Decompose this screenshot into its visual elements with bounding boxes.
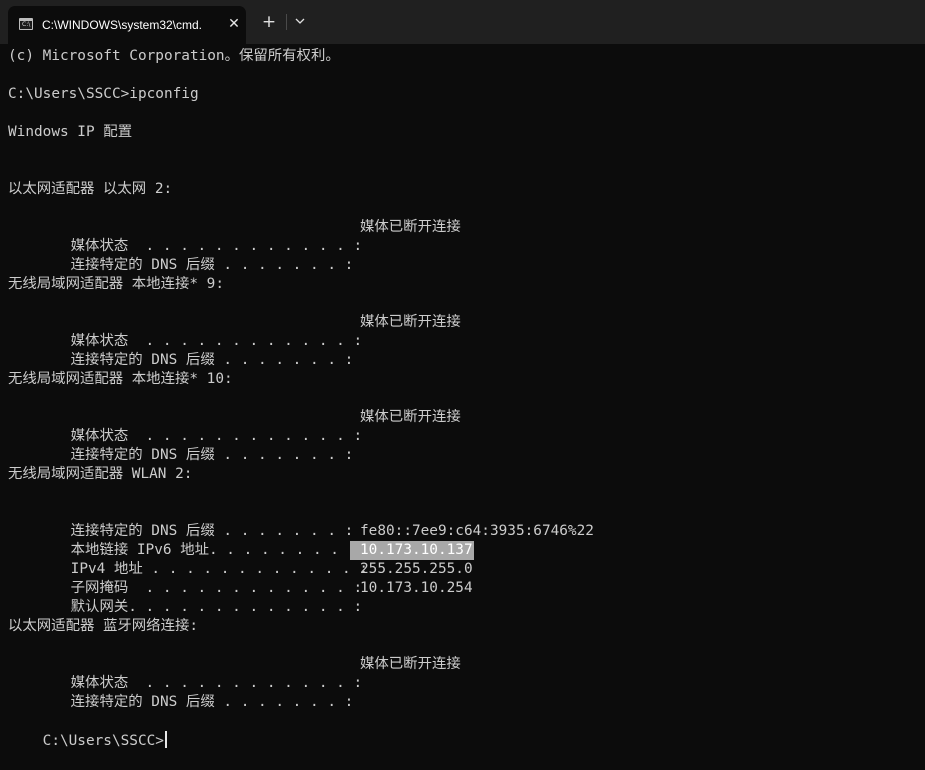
cmd-icon: C:\	[19, 18, 33, 30]
row-label: 连接特定的 DNS 后缀 . . . . . . . :	[70, 352, 354, 368]
adapter-row: 连接特定的 DNS 后缀 . . . . . . . :	[36, 427, 354, 463]
adapter-row: 媒体状态 . . . . . . . . . . . . : 媒体已断开连接	[36, 408, 461, 444]
adapter-row: 连接特定的 DNS 后缀 . . . . . . . :	[36, 332, 354, 368]
adapter-row: 连接特定的 DNS 后缀 . . . . . . . :	[36, 503, 354, 539]
final-prompt: C:\Users\SSCC>	[42, 733, 164, 749]
row-value: 媒体已断开连接	[360, 314, 461, 330]
gateway-value: 10.173.10.254	[360, 580, 473, 596]
adapter-title: 以太网适配器 以太网 2:	[8, 181, 173, 197]
adapter-title: 无线局域网适配器 WLAN 2:	[8, 466, 193, 482]
row-label: 连接特定的 DNS 后缀 . . . . . . . :	[70, 257, 354, 273]
adapter-row: IPv4 地址 . . . . . . . . . . . . :10.173.…	[36, 541, 474, 577]
row-label: 连接特定的 DNS 后缀 . . . . . . . :	[70, 447, 354, 463]
subnet-value: 255.255.255.0	[360, 561, 473, 577]
tab-separator	[286, 14, 287, 30]
final-prompt-line[interactable]: C:\Users\SSCC>	[8, 712, 167, 749]
prompt-command-line: C:\Users\SSCC>ipconfig	[8, 86, 199, 102]
adapter-title: 以太网适配器 蓝牙网络连接:	[8, 618, 199, 634]
close-tab-button[interactable]: ✕	[227, 16, 241, 32]
tab-title: C:\WINDOWS\system32\cmd.	[42, 18, 203, 32]
row-value: 媒体已断开连接	[360, 219, 461, 235]
copyright-line: (c) Microsoft Corporation。保留所有权利。	[8, 48, 340, 64]
title-bar: C:\ C:\WINDOWS\system32\cmd. ✕ +	[0, 0, 925, 44]
ipv4-value-selected[interactable]: 10.173.10.137	[350, 541, 474, 560]
cmd-icon-text: C:\	[22, 21, 31, 28]
adapter-row: 连接特定的 DNS 后缀 . . . . . . . :	[36, 237, 354, 273]
adapter-row: 媒体状态 . . . . . . . . . . . . : 媒体已断开连接	[36, 655, 461, 691]
adapter-title: 无线局域网适配器 本地连接* 9:	[8, 276, 225, 292]
adapter-row: 连接特定的 DNS 后缀 . . . . . . . :	[36, 674, 354, 710]
row-label: 默认网关. . . . . . . . . . . . . :	[70, 599, 363, 615]
row-value: 媒体已断开连接	[360, 409, 461, 425]
new-tab-button[interactable]: +	[258, 12, 280, 32]
adapter-title: 无线局域网适配器 本地连接* 10:	[8, 371, 233, 387]
chevron-down-icon[interactable]	[290, 12, 310, 32]
adapter-row: 本地链接 IPv6 地址. . . . . . . . : fe80::7ee9:…	[36, 522, 594, 558]
row-value: 媒体已断开连接	[360, 656, 461, 672]
adapter-row: 媒体状态 . . . . . . . . . . . . : 媒体已断开连接	[36, 218, 461, 254]
adapter-row: 默认网关. . . . . . . . . . . . . : 10.173.10…	[36, 579, 473, 615]
ipconfig-heading: Windows IP 配置	[8, 124, 133, 140]
terminal-tab[interactable]: C:\ C:\WINDOWS\system32\cmd. ✕	[8, 6, 246, 44]
text-cursor	[164, 731, 167, 748]
adapter-row: 媒体状态 . . . . . . . . . . . . : 媒体已断开连接	[36, 313, 461, 349]
console-output[interactable]: (c) Microsoft Corporation。保留所有权利。 C:\Use…	[8, 44, 925, 758]
row-label: 连接特定的 DNS 后缀 . . . . . . . :	[70, 694, 354, 710]
ipv6-value: fe80::7ee9:c64:3935:6746%22	[360, 523, 594, 539]
adapter-row: 子网掩码 . . . . . . . . . . . . :255.255.25…	[36, 560, 473, 596]
